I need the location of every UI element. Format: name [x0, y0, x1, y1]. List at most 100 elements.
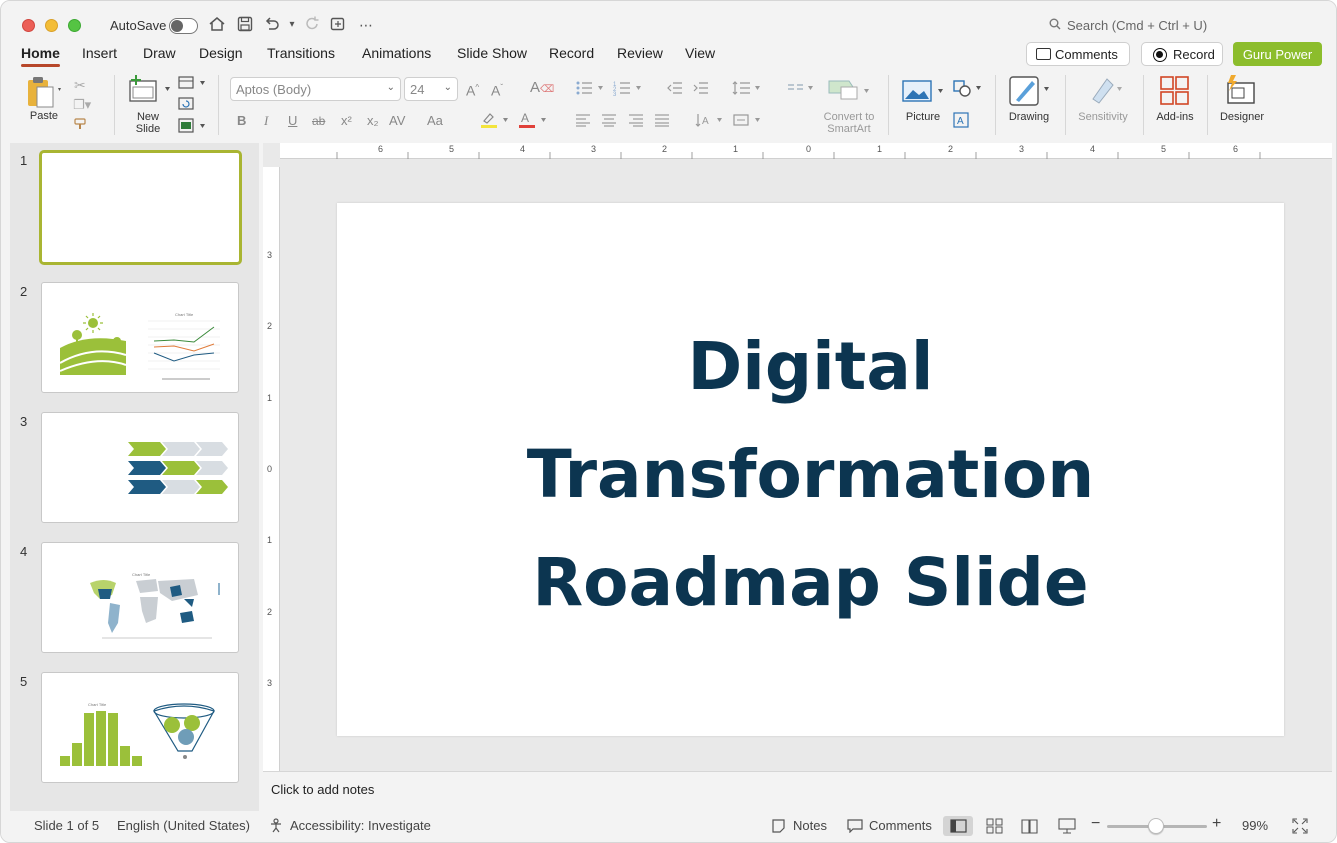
more-options-icon[interactable]: ⋯ — [356, 15, 376, 35]
decrease-indent-icon[interactable] — [667, 80, 683, 100]
underline-button[interactable]: U — [288, 113, 297, 129]
increase-indent-icon[interactable] — [693, 80, 709, 100]
tab-home[interactable]: Home — [21, 45, 60, 67]
search-input[interactable]: Search (Cmd + Ctrl + U) — [1049, 18, 1207, 33]
tab-design[interactable]: Design — [199, 45, 243, 61]
format-painter-icon[interactable] — [73, 117, 89, 137]
tab-view[interactable]: View — [685, 45, 715, 61]
italic-button[interactable]: I — [264, 113, 268, 129]
tab-review[interactable]: Review — [617, 45, 663, 61]
ribbon-home: Paste ✂ ❐▾ New Slide Aptos (Body) ⌄ 24 ⌄… — [1, 69, 1336, 143]
tab-animations[interactable]: Animations — [362, 45, 431, 61]
justify-icon[interactable] — [654, 113, 670, 131]
accessibility-icon[interactable] — [269, 818, 284, 836]
align-right-icon[interactable] — [628, 113, 644, 131]
slide-thumbnail-5[interactable]: Chart Title — [41, 672, 239, 783]
close-window-button[interactable] — [22, 19, 35, 32]
designer-icon[interactable] — [1225, 74, 1259, 109]
ruler-mark: 2 — [948, 144, 954, 154]
copy-icon[interactable]: ❐▾ — [73, 97, 91, 113]
slide-thumbnail-2[interactable]: Chart Title — [41, 282, 239, 393]
notes-pane[interactable]: Click to add notes — [263, 771, 1332, 811]
align-left-icon[interactable] — [575, 113, 591, 131]
normal-view-button[interactable] — [943, 816, 973, 836]
strikethrough-button[interactable]: ab — [312, 113, 325, 129]
character-spacing-button[interactable]: AV — [389, 113, 405, 129]
text-direction-icon[interactable]: A — [695, 112, 725, 132]
comments-toggle[interactable]: Comments — [869, 818, 932, 833]
slide-thumbnail-3[interactable] — [41, 412, 239, 523]
home-icon[interactable] — [207, 15, 227, 35]
slide-title[interactable]: Digital Transformation Roadmap Slide — [337, 313, 1284, 637]
horizontal-ruler[interactable]: 6 5 4 3 2 1 0 1 2 3 4 5 6 — [280, 143, 1332, 159]
tab-record[interactable]: Record — [549, 45, 594, 61]
slide-canvas[interactable]: Digital Transformation Roadmap Slide — [288, 167, 1332, 771]
notes-toggle[interactable]: Notes — [793, 818, 827, 833]
change-case-button[interactable]: Aa — [427, 113, 443, 129]
sensitivity-icon[interactable] — [1087, 75, 1127, 108]
reading-view-button[interactable] — [1015, 816, 1045, 836]
redo-icon[interactable] — [302, 15, 322, 35]
minimize-window-button[interactable] — [45, 19, 58, 32]
autosave-toggle[interactable] — [169, 18, 198, 34]
section-icon[interactable] — [178, 118, 206, 138]
comments-button[interactable]: Comments — [1026, 42, 1130, 66]
zoom-level[interactable]: 99% — [1242, 818, 1268, 833]
drawing-label: Drawing — [1008, 111, 1050, 123]
tab-slide-show[interactable]: Slide Show — [457, 45, 527, 61]
undo-icon[interactable] — [262, 15, 282, 35]
vertical-ruler[interactable]: 3 2 1 0 1 2 3 — [263, 167, 280, 771]
increase-font-icon[interactable]: A^ — [466, 80, 479, 99]
drawing-icon[interactable] — [1008, 75, 1052, 110]
tab-transitions[interactable]: Transitions — [267, 45, 335, 61]
tab-draw[interactable]: Draw — [143, 45, 176, 61]
zoom-slider-handle[interactable] — [1148, 818, 1164, 834]
current-slide[interactable]: Digital Transformation Roadmap Slide — [337, 203, 1284, 736]
font-size-select[interactable]: 24 ⌄ — [404, 77, 458, 101]
save-icon[interactable] — [235, 15, 255, 35]
customize-toolbar-icon[interactable] — [328, 15, 348, 35]
record-button[interactable]: Record — [1141, 42, 1223, 66]
align-center-icon[interactable] — [601, 113, 617, 131]
smartart-icon[interactable] — [827, 77, 873, 106]
font-color-icon[interactable]: A — [518, 111, 550, 133]
fit-to-window-icon[interactable] — [1292, 818, 1308, 837]
tab-insert[interactable]: Insert — [82, 45, 117, 61]
clear-formatting-icon[interactable]: A⌫ — [530, 80, 554, 98]
notes-icon[interactable] — [771, 818, 786, 836]
layout-icon[interactable] — [178, 75, 206, 95]
svg-text:A: A — [521, 111, 529, 125]
align-text-icon[interactable] — [733, 112, 765, 132]
comment-icon[interactable] — [847, 818, 863, 836]
accessibility-status[interactable]: Accessibility: Investigate — [290, 818, 431, 833]
font-name-select[interactable]: Aptos (Body) ⌄ — [230, 77, 401, 101]
reset-icon[interactable] — [178, 96, 194, 116]
slide-sorter-view-button[interactable] — [980, 816, 1010, 836]
bold-button[interactable]: B — [237, 113, 246, 129]
undo-dropdown-icon[interactable]: ▾ — [282, 15, 302, 35]
cut-icon[interactable]: ✂ — [74, 77, 86, 93]
paste-icon[interactable] — [25, 75, 61, 112]
decrease-font-icon[interactable]: Aˇ — [491, 80, 503, 99]
superscript-button[interactable]: x² — [341, 113, 352, 129]
text-box-icon[interactable]: A — [953, 112, 969, 132]
slide-show-view-button[interactable] — [1052, 816, 1082, 836]
numbering-icon[interactable]: 123 — [613, 80, 649, 100]
slide-thumbnail-4[interactable]: Chart Title — [41, 542, 239, 653]
highlight-icon[interactable] — [480, 111, 512, 133]
line-spacing-icon[interactable] — [732, 80, 768, 100]
subscript-button[interactable]: x₂ — [367, 113, 379, 129]
add-ins-icon[interactable] — [1160, 76, 1190, 109]
slide-thumbnail-1[interactable] — [39, 150, 242, 265]
zoom-out-button[interactable]: − — [1091, 815, 1100, 833]
zoom-in-button[interactable]: + — [1212, 815, 1221, 833]
guru-power-button[interactable]: Guru Power — [1233, 42, 1322, 66]
new-slide-icon[interactable] — [128, 75, 172, 108]
shapes-icon[interactable] — [953, 79, 985, 103]
zoom-window-button[interactable] — [68, 19, 81, 32]
picture-icon[interactable] — [902, 79, 946, 108]
chevron-down-icon: ⌄ — [386, 82, 395, 93]
columns-icon[interactable] — [786, 80, 818, 100]
language-indicator[interactable]: English (United States) — [117, 818, 250, 833]
bullets-icon[interactable] — [575, 80, 611, 100]
